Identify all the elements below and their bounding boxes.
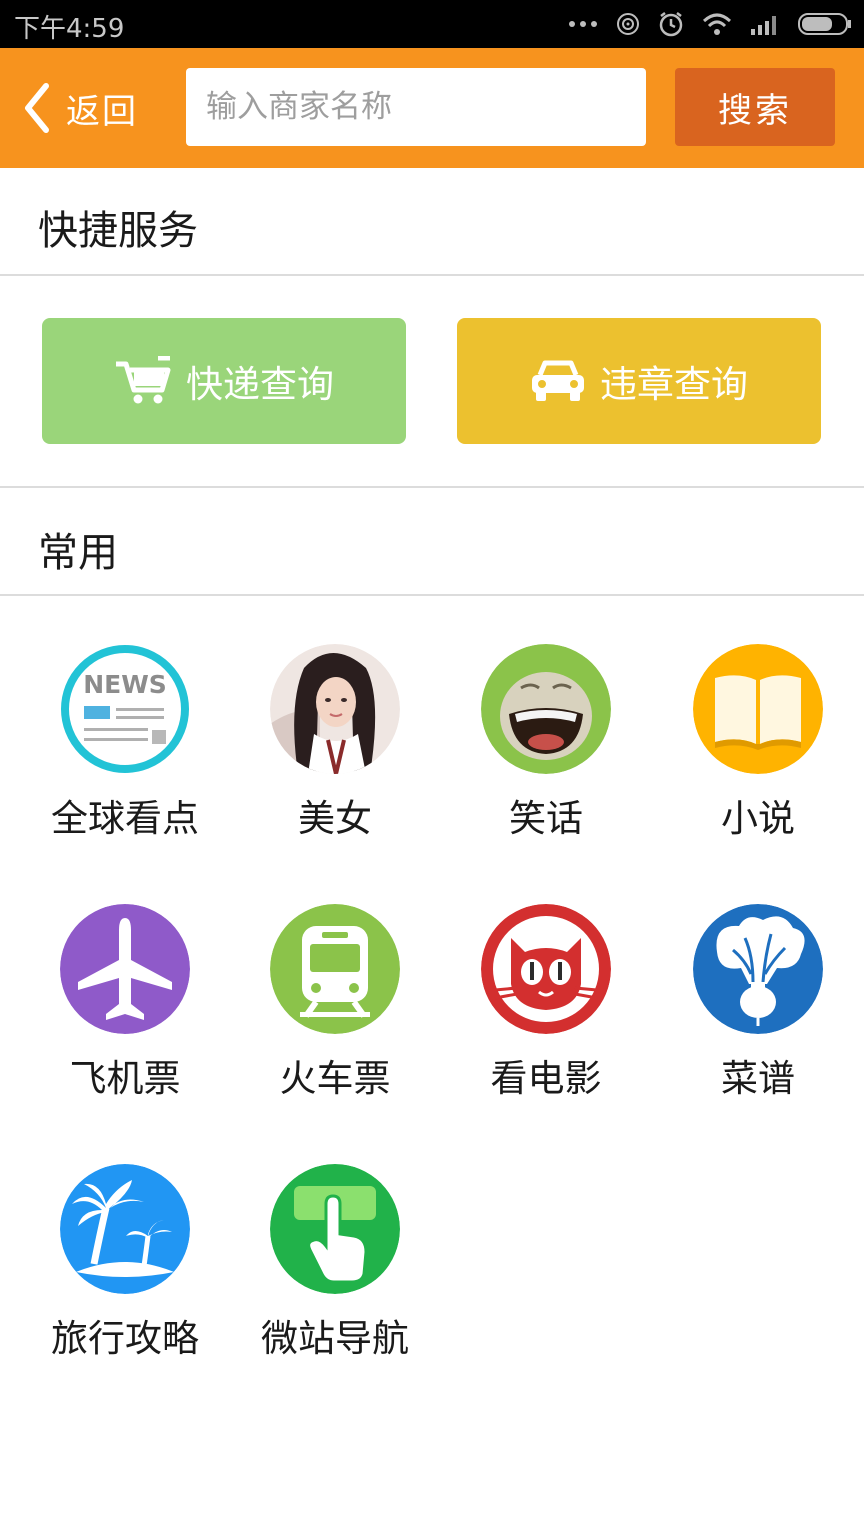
grid-item-label: 微站导航 [261, 1317, 409, 1360]
back-button[interactable]: 返回 [22, 76, 138, 140]
hotspot-icon [617, 13, 639, 35]
book-icon [693, 644, 823, 774]
grid-item-label: 菜谱 [721, 1057, 795, 1100]
grid-item-label: 飞机票 [69, 1057, 181, 1100]
status-time: 下午4:59 [14, 14, 125, 44]
more-dots-icon [569, 21, 597, 27]
chevron-left-icon [25, 83, 49, 133]
portrait-icon [270, 644, 400, 774]
search-button[interactable]: 搜索 [675, 68, 835, 146]
grid-item-label: 旅行攻略 [51, 1317, 199, 1360]
cat-icon [481, 904, 611, 1034]
common-section-title: 常用 [38, 530, 118, 576]
grid-item-travel-guide[interactable]: 旅行攻略 [20, 1164, 230, 1362]
grid-item-label: 火车票 [279, 1057, 391, 1100]
status-bar: 下午4:59 [0, 0, 864, 48]
grid-item-global-news[interactable]: NEWS 全球看点 [20, 644, 230, 842]
battery-icon [798, 13, 851, 35]
finger-tap-icon [270, 1164, 400, 1294]
grid-item-novel[interactable]: 小说 [653, 644, 863, 842]
cart-icon [114, 356, 172, 406]
news-icon: NEWS [60, 644, 190, 774]
back-label: 返回 [66, 91, 138, 132]
quick-services-title: 快捷服务 [38, 208, 198, 254]
status-icons [568, 8, 852, 40]
grid-item-flight-tickets[interactable]: 飞机票 [20, 904, 230, 1102]
vegetable-icon [693, 904, 823, 1034]
divider [0, 594, 864, 596]
grid-item-recipes[interactable]: 菜谱 [653, 904, 863, 1102]
signal-icon [751, 16, 776, 35]
grid-item-label: 全球看点 [51, 797, 199, 840]
wifi-icon [702, 13, 732, 35]
grid-item-beauty[interactable]: 美女 [230, 644, 440, 842]
airplane-icon [60, 904, 190, 1034]
violation-query-label: 违章查询 [600, 363, 748, 406]
grid-item-label: 笑话 [509, 797, 583, 840]
express-query-button[interactable]: 快递查询 [42, 318, 406, 444]
top-bar: 返回 搜索 [0, 48, 864, 168]
grid-item-label: 看电影 [490, 1057, 602, 1100]
car-icon [530, 359, 586, 403]
grid-item-label: 美女 [298, 797, 372, 840]
divider [0, 274, 864, 276]
grid-item-movies[interactable]: 看电影 [441, 904, 651, 1102]
news-icon-text: NEWS [83, 670, 167, 699]
grid-item-jokes[interactable]: 笑话 [441, 644, 651, 842]
express-query-label: 快递查询 [186, 363, 334, 406]
divider [0, 486, 864, 488]
grid-item-train-tickets[interactable]: 火车票 [230, 904, 440, 1102]
grid-item-label: 小说 [721, 797, 795, 840]
alarm-icon [659, 12, 683, 37]
train-icon [270, 904, 400, 1034]
grid-item-microsite-nav[interactable]: 微站导航 [230, 1164, 440, 1362]
palm-tree-icon [60, 1164, 190, 1294]
violation-query-button[interactable]: 违章查询 [457, 318, 821, 444]
merchant-search-input[interactable] [186, 68, 646, 146]
laughing-face-icon [481, 644, 611, 774]
